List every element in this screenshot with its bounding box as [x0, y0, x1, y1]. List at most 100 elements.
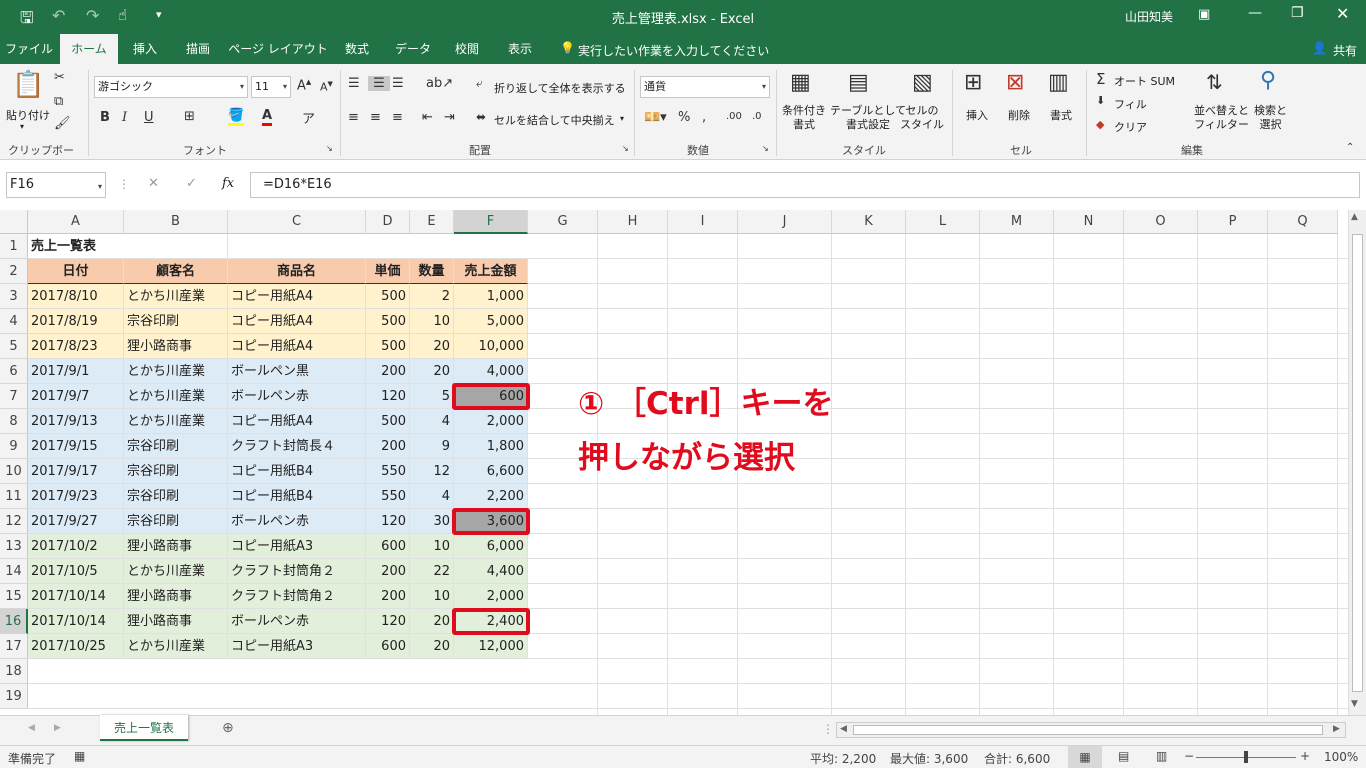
tab-review[interactable]: 校閲: [442, 34, 492, 64]
restore-icon[interactable]: ❐: [1291, 5, 1304, 21]
cell-D16[interactable]: 120: [366, 609, 410, 634]
sort-filter-icon[interactable]: ⇅: [1206, 70, 1223, 94]
cell-F4[interactable]: 5,000: [454, 309, 528, 334]
zoom-out-icon[interactable]: −: [1184, 749, 1194, 763]
row-header[interactable]: 13: [0, 534, 28, 559]
cell-C2[interactable]: 商品名: [228, 259, 366, 284]
column-header[interactable]: A: [28, 210, 124, 234]
cell-E17[interactable]: 20: [410, 634, 454, 659]
cell-B4[interactable]: 宗谷印刷: [124, 309, 228, 334]
cell-C8[interactable]: コピー用紙A4: [228, 409, 366, 434]
cell-E7[interactable]: 5: [410, 384, 454, 409]
vertical-scrollbar[interactable]: ▲ ▼: [1348, 210, 1366, 715]
select-all-button[interactable]: [0, 210, 28, 234]
row-header[interactable]: 15: [0, 584, 28, 609]
cell-E11[interactable]: 4: [410, 484, 454, 509]
cell-B6[interactable]: とかち川産業: [124, 359, 228, 384]
increase-font-icon[interactable]: A▲: [297, 78, 311, 93]
find-select-icon[interactable]: ⚲: [1260, 68, 1276, 93]
tab-data[interactable]: データ: [386, 34, 440, 64]
cell-E13[interactable]: 10: [410, 534, 454, 559]
cut-icon[interactable]: ✂: [54, 70, 65, 85]
cell-F15[interactable]: 2,000: [454, 584, 528, 609]
border-icon[interactable]: ⊞: [184, 109, 195, 124]
cell-A4[interactable]: 2017/8/19: [28, 309, 124, 334]
cell-A3[interactable]: 2017/8/10: [28, 284, 124, 309]
cell-E9[interactable]: 9: [410, 434, 454, 459]
accounting-format-icon[interactable]: 💴▾: [644, 110, 667, 125]
cell-E12[interactable]: 30: [410, 509, 454, 534]
row-header[interactable]: 1: [0, 234, 28, 259]
cell-C11[interactable]: コピー用紙B4: [228, 484, 366, 509]
minimize-icon[interactable]: —: [1248, 5, 1262, 21]
cell-F5[interactable]: 10,000: [454, 334, 528, 359]
tab-insert[interactable]: 挿入: [120, 34, 170, 64]
column-header[interactable]: H: [598, 210, 668, 234]
merge-center-button[interactable]: セルを結合して中央揃え: [494, 112, 615, 128]
cell-A2[interactable]: 日付: [28, 259, 124, 284]
row-header[interactable]: 4: [0, 309, 28, 334]
cell-B17[interactable]: とかち川産業: [124, 634, 228, 659]
cell-A6[interactable]: 2017/9/1: [28, 359, 124, 384]
cell-A7[interactable]: 2017/9/7: [28, 384, 124, 409]
insert-cells-icon[interactable]: ⊞: [964, 70, 982, 95]
row-header[interactable]: 19: [0, 684, 28, 709]
decrease-indent-icon[interactable]: ⇤: [422, 110, 433, 125]
cell-B3[interactable]: とかち川産業: [124, 284, 228, 309]
row-header[interactable]: 2: [0, 259, 28, 284]
comma-style-icon[interactable]: ,: [702, 110, 706, 125]
cell-D13[interactable]: 600: [366, 534, 410, 559]
name-box[interactable]: F16 ▾: [6, 172, 106, 198]
cell-C17[interactable]: コピー用紙A3: [228, 634, 366, 659]
cell-A9[interactable]: 2017/9/15: [28, 434, 124, 459]
format-as-table-icon[interactable]: ▤: [848, 70, 869, 95]
insert-function-button[interactable]: fx: [222, 176, 234, 191]
cell-B2[interactable]: 顧客名: [124, 259, 228, 284]
cell-A14[interactable]: 2017/10/5: [28, 559, 124, 584]
decrease-decimal-icon[interactable]: .0: [752, 111, 762, 122]
share-button[interactable]: 共有: [1333, 42, 1357, 59]
format-painter-icon[interactable]: 🖌: [54, 116, 71, 131]
cell-E15[interactable]: 10: [410, 584, 454, 609]
column-header[interactable]: E: [410, 210, 454, 234]
cell-D14[interactable]: 200: [366, 559, 410, 584]
row-header[interactable]: 17: [0, 634, 28, 659]
cell-C13[interactable]: コピー用紙A3: [228, 534, 366, 559]
cell-A10[interactable]: 2017/9/17: [28, 459, 124, 484]
font-color-icon[interactable]: A: [262, 108, 273, 126]
cell-D7[interactable]: 120: [366, 384, 410, 409]
format-cells-button[interactable]: 書式: [1050, 107, 1072, 123]
delete-cells-button[interactable]: 削除: [1008, 107, 1030, 123]
cell-E14[interactable]: 22: [410, 559, 454, 584]
column-header[interactable]: K: [832, 210, 906, 234]
column-header[interactable]: J: [738, 210, 832, 234]
cell-B8[interactable]: とかち川産業: [124, 409, 228, 434]
row-header[interactable]: 8: [0, 409, 28, 434]
cell-C4[interactable]: コピー用紙A4: [228, 309, 366, 334]
number-format-combo[interactable]: 通貨 ▾: [640, 76, 770, 98]
tab-page-layout[interactable]: ページ レイアウト: [226, 34, 330, 64]
font-dialog-launcher-icon[interactable]: ↘: [326, 144, 333, 153]
middle-align-icon[interactable]: ☰: [368, 76, 390, 91]
fill-button[interactable]: フィル: [1114, 96, 1147, 112]
cell-B16[interactable]: 狸小路商事: [124, 609, 228, 634]
prev-sheet-icon[interactable]: ◀: [28, 723, 35, 733]
conditional-formatting-icon[interactable]: ▦: [790, 70, 811, 95]
format-cells-icon[interactable]: ▥: [1048, 70, 1069, 95]
cell-E4[interactable]: 10: [410, 309, 454, 334]
cell-A12[interactable]: 2017/9/27: [28, 509, 124, 534]
cell-D9[interactable]: 200: [366, 434, 410, 459]
cell-B10[interactable]: 宗谷印刷: [124, 459, 228, 484]
cell-A8[interactable]: 2017/9/13: [28, 409, 124, 434]
vertical-scroll-thumb[interactable]: [1352, 234, 1363, 692]
find-select-button[interactable]: 検索と 選択: [1254, 104, 1287, 132]
close-icon[interactable]: ✕: [1336, 4, 1349, 23]
cell-E3[interactable]: 2: [410, 284, 454, 309]
clear-button[interactable]: クリア: [1114, 119, 1147, 135]
cell-B15[interactable]: 狸小路商事: [124, 584, 228, 609]
cell-B12[interactable]: 宗谷印刷: [124, 509, 228, 534]
cell-D5[interactable]: 500: [366, 334, 410, 359]
column-header[interactable]: N: [1054, 210, 1124, 234]
tab-formulas[interactable]: 数式: [332, 34, 382, 64]
cell-F9[interactable]: 1,800: [454, 434, 528, 459]
